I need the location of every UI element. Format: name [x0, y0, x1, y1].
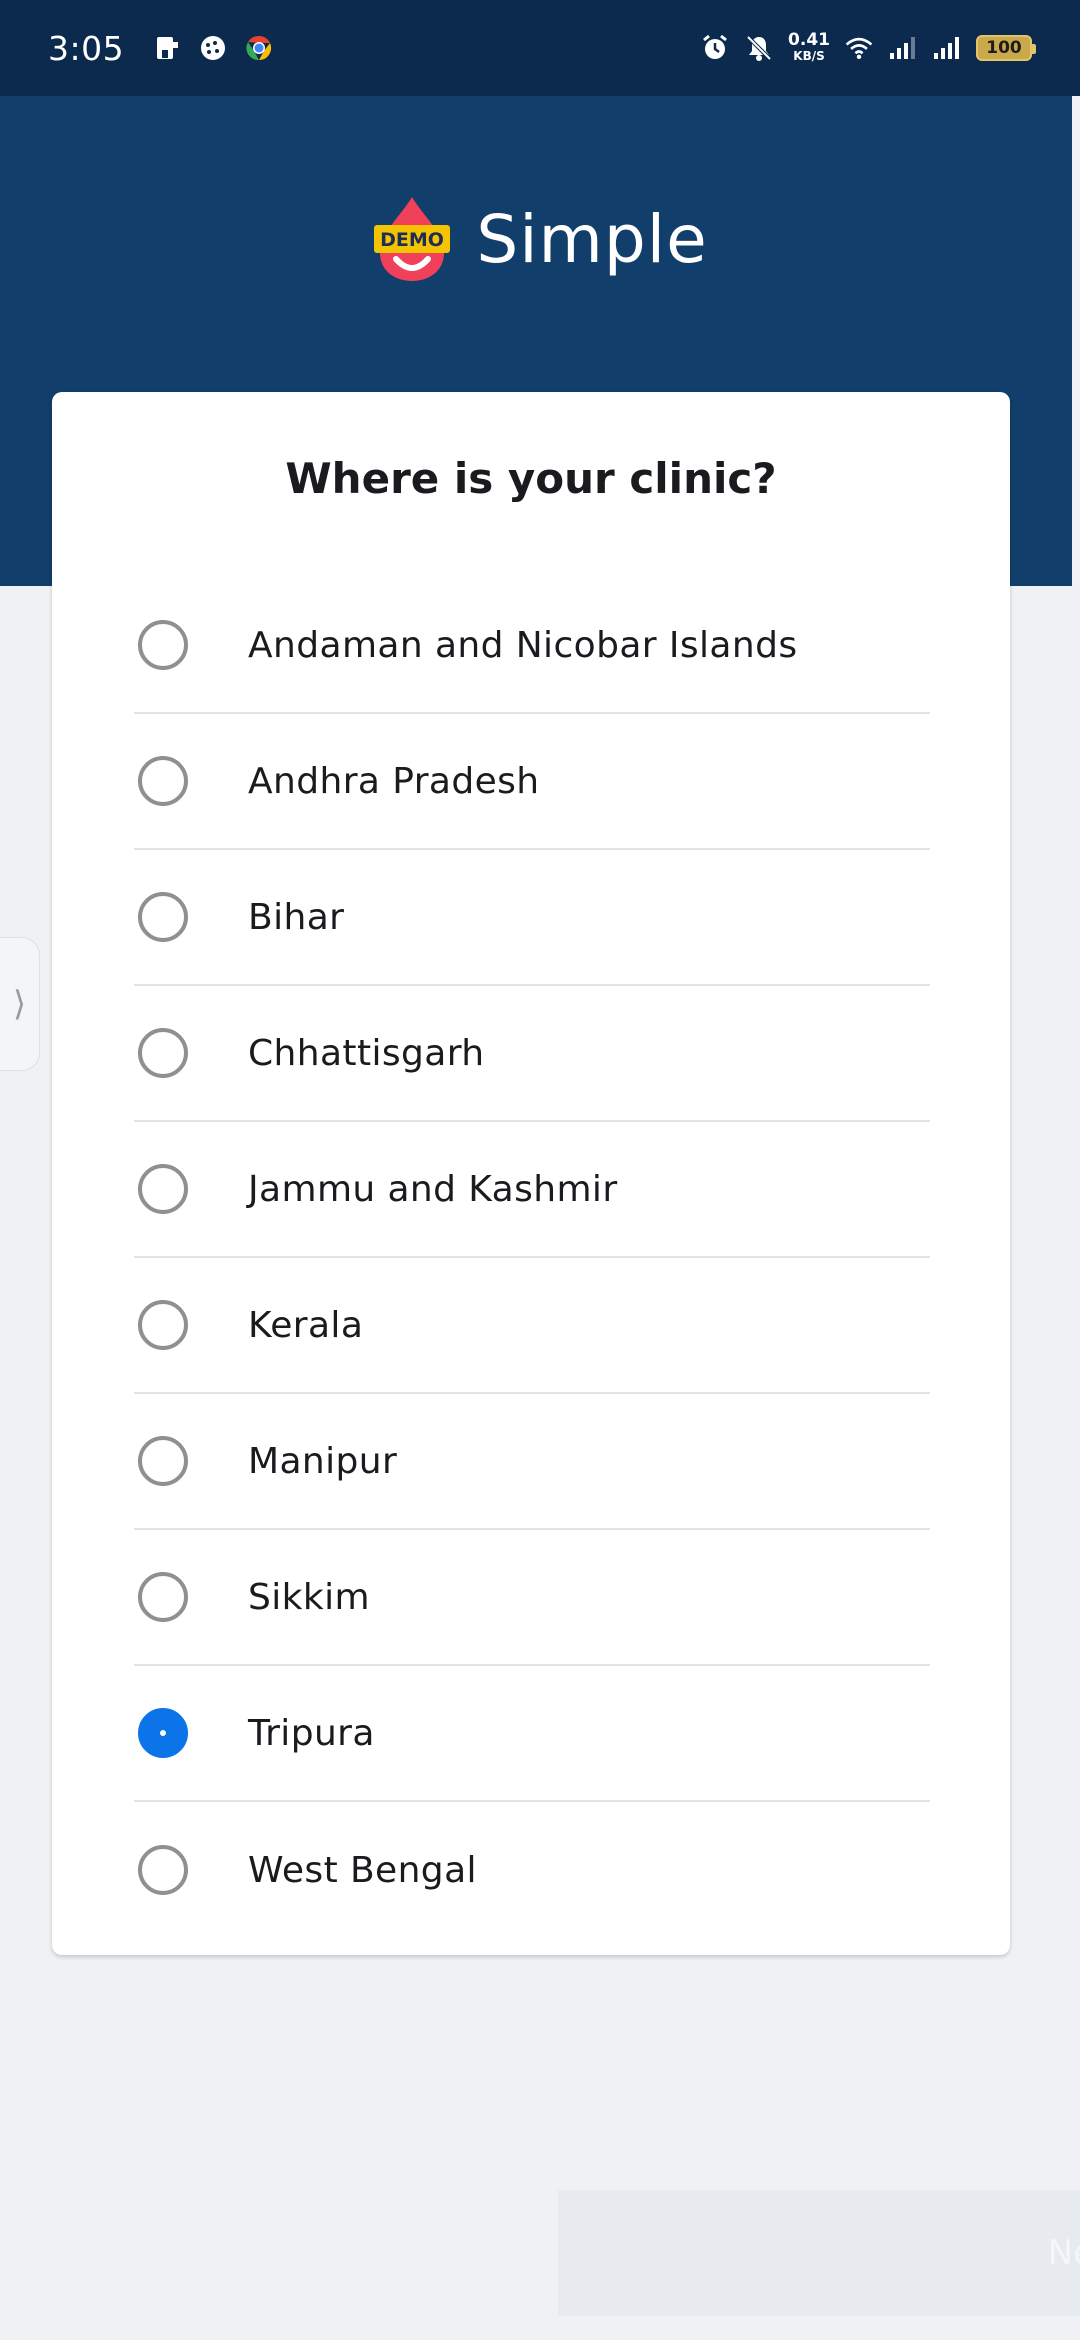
state-option-label: Tripura	[248, 1712, 375, 1754]
side-panel-handle[interactable]: ⟩	[0, 937, 40, 1071]
state-option-label: Andaman and Nicobar Islands	[248, 624, 798, 666]
radio-unchecked-icon[interactable]	[138, 1436, 188, 1486]
radio-unchecked-icon[interactable]	[138, 1572, 188, 1622]
next-button-label: Ne	[1047, 2233, 1080, 2273]
page-title: Where is your clinic?	[285, 454, 777, 503]
network-speed: 0.41 KB/S	[788, 32, 830, 64]
state-options-list: Andaman and Nicobar Islands Andhra Prades…	[134, 578, 930, 1938]
state-option[interactable]: Tripura	[134, 1666, 930, 1802]
state-option[interactable]: Andaman and Nicobar Islands	[134, 578, 930, 714]
radio-unchecked-icon[interactable]	[138, 1845, 188, 1895]
chrome-icon	[244, 33, 274, 63]
header-edge	[1072, 96, 1080, 586]
cookie-icon	[198, 33, 228, 63]
state-selection-card: Where is your clinic? Andaman and Nicoba…	[52, 392, 1010, 1955]
signal-icon	[888, 33, 918, 63]
state-option[interactable]: Andhra Pradesh	[134, 714, 930, 850]
notification-icons	[152, 33, 274, 63]
alarm-icon	[700, 33, 730, 63]
radio-unchecked-icon[interactable]	[138, 892, 188, 942]
logo-badge-text: DEMO	[380, 229, 444, 251]
radio-checked-icon[interactable]	[138, 1708, 188, 1758]
state-option[interactable]: Sikkim	[134, 1530, 930, 1666]
state-option[interactable]: Bihar	[134, 850, 930, 986]
next-button[interactable]: Ne	[558, 2190, 1080, 2316]
state-option-label: Kerala	[248, 1304, 364, 1346]
state-option-label: Jammu and Kashmir	[248, 1168, 618, 1210]
state-option[interactable]: Chhattisgarh	[134, 986, 930, 1122]
radio-dot	[160, 1730, 166, 1736]
radio-unchecked-icon[interactable]	[138, 620, 188, 670]
state-option-label: Sikkim	[248, 1576, 371, 1618]
radio-unchecked-icon[interactable]	[138, 1300, 188, 1350]
state-option-label: Chhattisgarh	[248, 1032, 485, 1074]
system-icons: 0.41 KB/S 100	[700, 32, 1036, 64]
sim-card-icon	[152, 33, 182, 63]
app-name: Simple	[476, 200, 708, 278]
radio-unchecked-icon[interactable]	[138, 756, 188, 806]
state-option[interactable]: Jammu and Kashmir	[134, 1122, 930, 1258]
radio-unchecked-icon[interactable]	[138, 1164, 188, 1214]
bell-off-icon	[744, 33, 774, 63]
state-option[interactable]: Kerala	[134, 1258, 930, 1394]
net-speed-value: 0.41	[788, 30, 830, 50]
signal-icon	[932, 33, 962, 63]
state-option-label: Andhra Pradesh	[248, 760, 540, 802]
state-option-label: West Bengal	[248, 1849, 477, 1891]
radio-unchecked-icon[interactable]	[138, 1028, 188, 1078]
wifi-icon	[844, 33, 874, 63]
state-option-label: Manipur	[248, 1440, 398, 1482]
net-speed-unit: KB/S	[793, 49, 825, 63]
chevron-right-icon: ⟩	[12, 984, 27, 1024]
app-logo-icon: DEMO	[372, 195, 452, 283]
battery-indicator: 100	[976, 35, 1036, 61]
state-option[interactable]: West Bengal	[134, 1802, 930, 1938]
status-time: 3:05	[48, 28, 125, 68]
status-bar: 3:05 0.41 KB/S 100	[0, 0, 1080, 96]
brand: DEMO Simple	[0, 195, 1080, 283]
state-option-label: Bihar	[248, 896, 345, 938]
state-option[interactable]: Manipur	[134, 1394, 930, 1530]
